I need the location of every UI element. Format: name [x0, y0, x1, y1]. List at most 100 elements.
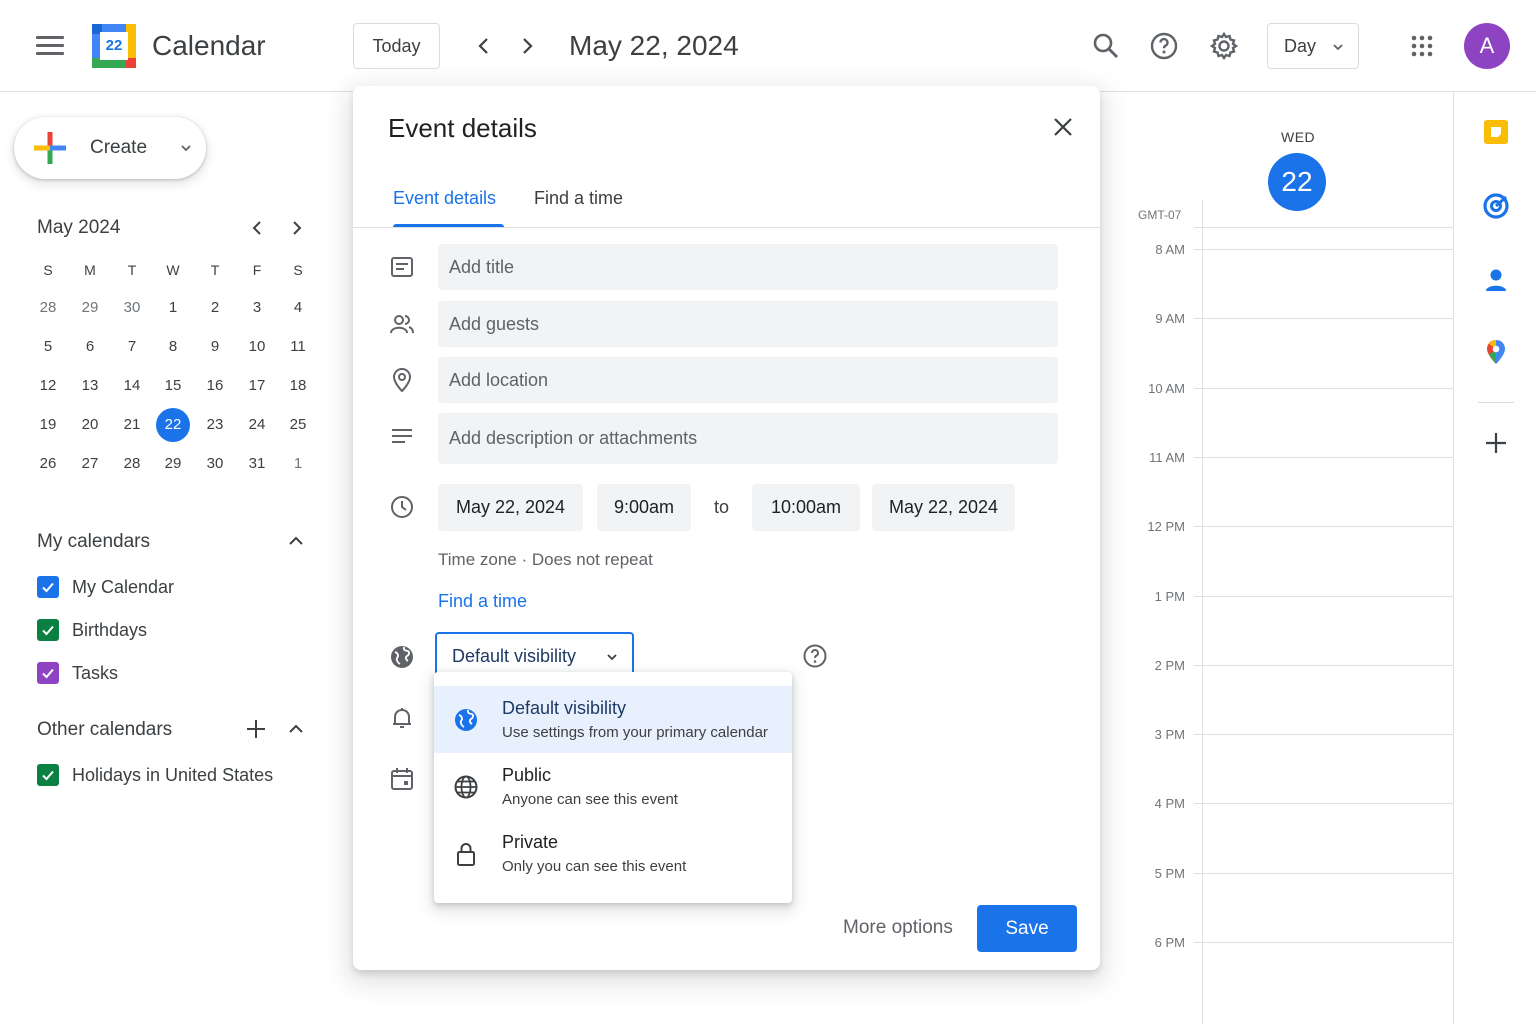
mini-calendar-day[interactable]: 29 — [73, 291, 107, 325]
checkbox-checked-icon[interactable] — [37, 619, 59, 641]
close-dialog-button[interactable] — [1050, 114, 1076, 140]
mini-calendar-day[interactable]: 9 — [198, 330, 232, 364]
tab-divider — [353, 227, 1100, 228]
get-add-ons-icon[interactable] — [1482, 429, 1510, 457]
mini-calendar-day[interactable]: 1 — [156, 291, 190, 325]
gear-icon — [1209, 31, 1239, 61]
mini-calendar-day[interactable]: 1 — [281, 447, 315, 481]
hour-gridline — [1194, 665, 1453, 666]
tasks-icon[interactable] — [1482, 192, 1510, 220]
maps-icon[interactable] — [1482, 338, 1510, 366]
tab-event-details[interactable]: Event details — [393, 188, 496, 209]
mini-calendar-day[interactable]: 20 — [73, 408, 107, 442]
day-column-date[interactable]: 22 — [1268, 153, 1326, 211]
mini-calendar-day[interactable]: 27 — [73, 447, 107, 481]
mini-calendar-day[interactable]: 5 — [31, 330, 65, 364]
weekday-header: T — [210, 262, 220, 278]
mini-calendar-day[interactable]: 7 — [115, 330, 149, 364]
mini-calendar-day[interactable]: 8 — [156, 330, 190, 364]
option-title: Default visibility — [502, 698, 627, 718]
visibility-help-icon[interactable] — [802, 643, 828, 669]
globe-filled-icon — [455, 709, 477, 731]
mini-calendar-prev[interactable] — [246, 217, 268, 239]
mini-calendar-day[interactable]: 11 — [281, 330, 315, 364]
mini-calendar-day[interactable]: 15 — [156, 369, 190, 403]
mini-calendar-day[interactable]: 18 — [281, 369, 315, 403]
search-button[interactable] — [1090, 30, 1122, 62]
mini-calendar-day[interactable]: 26 — [31, 447, 65, 481]
calendar-list-item[interactable]: Birthdays — [37, 618, 147, 642]
mini-calendar-day[interactable]: 22 — [156, 408, 190, 442]
collapse-my-calendars[interactable] — [285, 530, 307, 552]
checkbox-checked-icon[interactable] — [37, 662, 59, 684]
previous-day-button[interactable] — [472, 34, 496, 58]
calendar-list-item[interactable]: Tasks — [37, 661, 118, 685]
hour-label: 6 PM — [1154, 935, 1185, 950]
more-options-button[interactable]: More options — [843, 917, 953, 939]
description-input[interactable] — [438, 413, 1058, 464]
end-date-chip[interactable]: May 22, 2024 — [872, 484, 1015, 531]
visibility-option-public[interactable]: Public Anyone can see this event — [434, 753, 792, 820]
mini-calendar-day[interactable]: 16 — [198, 369, 232, 403]
mini-calendar-day[interactable]: 4 — [281, 291, 315, 325]
end-time-chip[interactable]: 10:00am — [752, 484, 860, 531]
mini-calendar-day[interactable]: 10 — [240, 330, 274, 364]
mini-calendar-day[interactable]: 6 — [73, 330, 107, 364]
keep-icon[interactable] — [1482, 118, 1510, 146]
mini-calendar-day[interactable]: 21 — [115, 408, 149, 442]
apps-grid-icon[interactable] — [1410, 34, 1434, 58]
mini-calendar-day[interactable]: 23 — [198, 408, 232, 442]
calendar-list-item[interactable]: Holidays in United States — [37, 763, 273, 787]
visibility-option-default[interactable]: Default visibility Use settings from you… — [434, 686, 792, 753]
mini-calendar-day[interactable]: 29 — [156, 447, 190, 481]
mini-calendar-day[interactable]: 30 — [198, 447, 232, 481]
view-select[interactable]: Day — [1267, 23, 1359, 69]
today-button[interactable]: Today — [353, 23, 440, 69]
collapse-other-calendars[interactable] — [285, 718, 307, 740]
mini-calendar-day[interactable]: 3 — [240, 291, 274, 325]
mini-calendar-day[interactable]: 12 — [31, 369, 65, 403]
calendar-list-item[interactable]: My Calendar — [37, 575, 174, 599]
mini-calendar-day[interactable]: 28 — [31, 291, 65, 325]
mini-calendar-day[interactable]: 2 — [198, 291, 232, 325]
mini-calendar-day[interactable]: 31 — [240, 447, 274, 481]
mini-calendar-day[interactable]: 25 — [281, 408, 315, 442]
start-time-chip[interactable]: 9:00am — [597, 484, 691, 531]
help-button[interactable] — [1148, 30, 1180, 62]
mini-calendar-day[interactable]: 19 — [31, 408, 65, 442]
mini-calendar-day[interactable]: 24 — [240, 408, 274, 442]
hour-label: 9 AM — [1155, 311, 1185, 326]
mini-calendar-next[interactable] — [286, 217, 308, 239]
mini-calendar-day[interactable]: 28 — [115, 447, 149, 481]
hour-label: 5 PM — [1154, 866, 1185, 881]
chevron-left-icon — [478, 38, 488, 54]
start-date-chip[interactable]: May 22, 2024 — [438, 484, 583, 531]
hour-gridline — [1194, 457, 1453, 458]
hour-gridline — [1194, 803, 1453, 804]
location-input[interactable] — [438, 357, 1058, 403]
create-button[interactable]: Create — [14, 117, 206, 179]
dialog-title: Event details — [388, 113, 537, 143]
visibility-option-private[interactable]: Private Only you can see this event — [434, 820, 792, 887]
main-menu-icon[interactable] — [36, 36, 64, 56]
plus-icon — [247, 720, 265, 738]
mini-calendar-day[interactable]: 30 — [115, 291, 149, 325]
contacts-icon[interactable] — [1482, 266, 1510, 294]
title-input[interactable] — [438, 244, 1058, 290]
next-day-button[interactable] — [515, 34, 539, 58]
find-a-time-link[interactable]: Find a time — [438, 591, 527, 612]
settings-button[interactable] — [1208, 30, 1240, 62]
checkbox-checked-icon[interactable] — [37, 764, 59, 786]
timezone-repeat-link[interactable]: Time zone · Does not repeat — [438, 550, 653, 570]
mini-calendar-day[interactable]: 17 — [240, 369, 274, 403]
mini-calendar-day[interactable]: 14 — [115, 369, 149, 403]
save-button[interactable]: Save — [977, 905, 1077, 952]
checkbox-checked-icon[interactable] — [37, 576, 59, 598]
account-avatar[interactable]: A — [1464, 23, 1510, 69]
add-other-calendar-button[interactable] — [245, 718, 267, 740]
current-date-heading: May 22, 2024 — [569, 30, 739, 61]
chevron-right-icon — [523, 38, 533, 54]
mini-calendar-day[interactable]: 13 — [73, 369, 107, 403]
guests-input[interactable] — [438, 301, 1058, 347]
tab-find-a-time[interactable]: Find a time — [534, 188, 623, 209]
